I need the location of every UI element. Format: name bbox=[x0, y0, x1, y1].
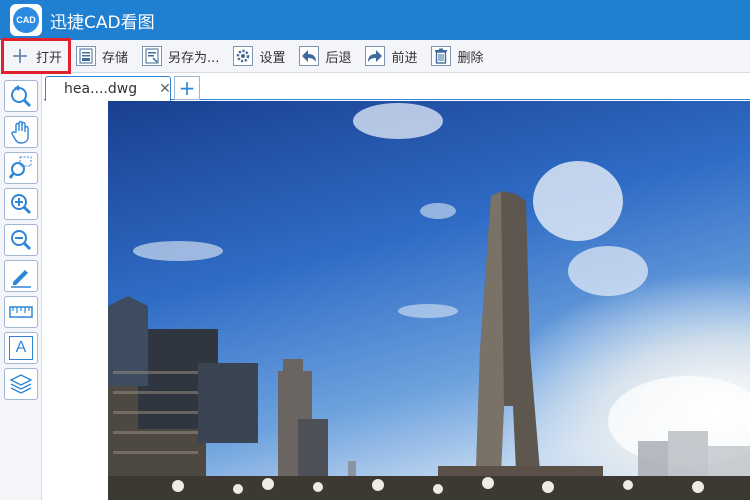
main-toolbar: 打开 存储 另存为... 设置 后退 前进 删除 bbox=[0, 38, 750, 74]
back-button-label: 后退 bbox=[325, 50, 352, 66]
settings-button-label: 设置 bbox=[259, 50, 286, 66]
delete-button[interactable]: 删除 bbox=[425, 43, 489, 69]
title-bar: CAD 迅捷CAD看图 bbox=[0, 0, 750, 40]
open-button[interactable]: 打开 bbox=[0, 38, 72, 74]
open-button-label: 打开 bbox=[36, 50, 63, 66]
app-title: 迅捷CAD看图 bbox=[50, 12, 155, 33]
layers-button[interactable] bbox=[4, 368, 38, 400]
add-tab-button[interactable]: + bbox=[174, 76, 200, 100]
layers-icon bbox=[9, 374, 33, 394]
zoom-previous-icon bbox=[11, 85, 32, 108]
pencil-icon bbox=[11, 270, 31, 288]
tab-file[interactable]: hea....dwg ✕ bbox=[45, 76, 171, 101]
delete-button-label: 删除 bbox=[457, 50, 484, 66]
text-tool-button[interactable]: A bbox=[4, 332, 38, 364]
gear-icon bbox=[233, 46, 254, 66]
annotate-button[interactable] bbox=[4, 260, 38, 292]
tab-file-name: hea....dwg bbox=[64, 81, 138, 97]
undo-view-button[interactable] bbox=[4, 80, 38, 112]
save-button-label: 存储 bbox=[102, 50, 129, 66]
zoom-in-button[interactable] bbox=[4, 188, 38, 220]
save-as-button[interactable]: 另存为... bbox=[136, 43, 225, 69]
close-icon[interactable]: ✕ bbox=[159, 81, 171, 97]
measure-button[interactable] bbox=[4, 296, 38, 328]
ruler-icon bbox=[9, 306, 33, 318]
left-tool-sidebar: A bbox=[0, 74, 42, 500]
hand-icon bbox=[11, 120, 29, 144]
settings-button[interactable]: 设置 bbox=[227, 43, 291, 69]
back-arrow-icon bbox=[299, 46, 320, 66]
zoom-in-icon bbox=[11, 194, 32, 215]
app-logo: CAD bbox=[10, 4, 42, 36]
save-as-button-label: 另存为... bbox=[168, 50, 220, 66]
forward-arrow-icon bbox=[365, 46, 386, 66]
forward-button[interactable]: 前进 bbox=[359, 43, 423, 69]
save-button[interactable]: 存储 bbox=[70, 43, 134, 69]
drawing-image bbox=[108, 101, 750, 500]
zoom-out-icon bbox=[11, 230, 32, 251]
save-as-icon bbox=[142, 46, 163, 66]
zoom-window-button[interactable] bbox=[4, 152, 38, 184]
pan-button[interactable] bbox=[4, 116, 38, 148]
trash-icon bbox=[431, 46, 452, 66]
plus-icon bbox=[10, 46, 30, 66]
document-tab-bar: hea....dwg ✕ + bbox=[44, 74, 750, 101]
zoom-window-icon bbox=[8, 156, 32, 179]
zoom-out-button[interactable] bbox=[4, 224, 38, 256]
text-icon: A bbox=[9, 336, 33, 360]
save-file-icon bbox=[76, 46, 97, 66]
app-logo-text: CAD bbox=[13, 7, 39, 33]
back-button[interactable]: 后退 bbox=[293, 43, 357, 69]
forward-button-label: 前进 bbox=[391, 50, 418, 66]
